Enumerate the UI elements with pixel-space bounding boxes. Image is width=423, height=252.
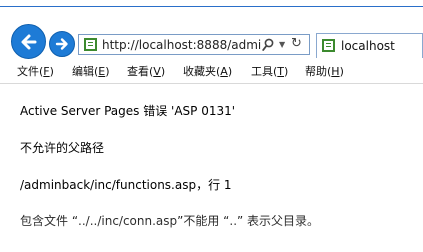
menu-favorites-close: ): [227, 65, 233, 78]
menu-tools[interactable]: 工具(T): [251, 65, 288, 79]
menu-view-label: 查看(: [127, 65, 154, 78]
menu-file-label: 文件(: [17, 65, 44, 78]
tab-title: localhost: [341, 39, 395, 53]
back-button[interactable]: [11, 24, 46, 59]
chevron-down-icon[interactable]: ▼: [279, 39, 285, 51]
page-content: Active Server Pages 错误 'ASP 0131' 不允许的父路…: [0, 85, 423, 252]
menu-help[interactable]: 帮助(H): [305, 65, 344, 79]
forward-arrow-icon: [55, 38, 68, 50]
menu-view-key: V: [153, 65, 161, 78]
tab-localhost[interactable]: localhost: [316, 33, 423, 58]
menu-favorites-key: A: [220, 65, 228, 78]
browser-window: http://localhost:8888/admi ▼ ↻ localhost…: [0, 0, 423, 252]
menu-bar: 文件(F) 编辑(E) 查看(V) 收藏夹(A) 工具(T) 帮助(H): [0, 62, 423, 84]
menu-tools-label: 工具(: [251, 65, 278, 78]
address-input[interactable]: http://localhost:8888/admi: [102, 37, 262, 53]
menu-file-close: ): [49, 65, 54, 78]
search-icon[interactable]: [262, 38, 274, 52]
tab-page-icon: [322, 39, 335, 52]
menu-view[interactable]: 查看(V): [127, 65, 165, 79]
refresh-icon[interactable]: ↻: [291, 36, 302, 52]
error-message: 不允许的父路径: [20, 141, 105, 155]
error-title: Active Server Pages 错误 'ASP 0131': [20, 104, 236, 118]
menu-edit[interactable]: 编辑(E): [72, 65, 110, 79]
forward-button[interactable]: [49, 31, 75, 57]
page-icon: [84, 38, 97, 51]
error-location: /adminback/inc/functions.asp，行 1: [20, 178, 232, 192]
menu-favorites-label: 收藏夹(: [183, 65, 221, 78]
menu-help-label: 帮助(: [305, 65, 332, 78]
menu-help-close: ): [339, 65, 344, 78]
error-detail: 包含文件 “../../inc/conn.asp”不能用 “..” 表示父目录。: [20, 214, 320, 228]
menu-tools-close: ): [284, 65, 289, 78]
menu-file[interactable]: 文件(F): [17, 65, 54, 79]
menu-edit-label: 编辑(: [72, 65, 99, 78]
menu-view-close: ): [160, 65, 166, 78]
address-bar[interactable]: http://localhost:8888/admi ▼ ↻: [78, 34, 310, 55]
back-arrow-icon: [21, 34, 36, 49]
menu-edit-close: ): [105, 65, 110, 78]
menu-help-key: H: [331, 65, 340, 78]
menu-favorites[interactable]: 收藏夹(A): [183, 65, 232, 79]
